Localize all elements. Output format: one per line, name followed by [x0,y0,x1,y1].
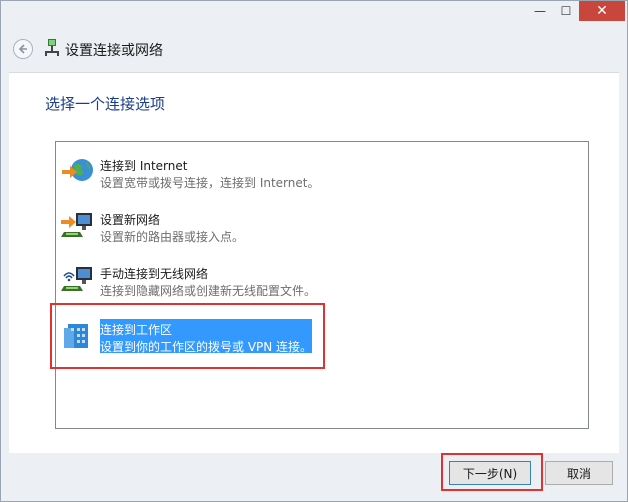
wireless-network-icon [61,267,92,291]
network-wizard-icon [45,39,59,56]
globe-network-icon [62,159,93,181]
wizard-content: 选择一个连接选项 连接到 Internet 设置宽带或拨号连接，连接到 Inte… [9,72,619,453]
title-bar: — ☐ ✕ [1,1,627,29]
option-description: 连接到隐藏网络或创建新无线配置文件。 [100,284,317,298]
new-network-icon [61,213,92,237]
close-icon: ✕ [596,3,608,19]
annotation-box-workplace-option [50,303,325,369]
option-title: 设置新网络 [100,213,161,227]
option-connect-internet[interactable]: 连接到 Internet 设置宽带或拨号连接，连接到 Internet。 [60,150,560,198]
option-setup-new-network[interactable]: 设置新网络 设置新的路由器或接入点。 [60,204,560,252]
option-manual-wireless[interactable]: 手动连接到无线网络 连接到隐藏网络或创建新无线配置文件。 [60,258,560,306]
wizard-title: 设置连接或网络 [65,43,163,59]
option-description: 设置新的路由器或接入点。 [100,230,245,244]
wizard-nav-bar: 设置连接或网络 [1,29,627,73]
option-title: 连接到 Internet [100,159,188,173]
cancel-button[interactable]: 取消 [545,461,613,485]
back-arrow-icon [18,44,27,54]
option-description: 设置宽带或拨号连接，连接到 Internet。 [100,176,320,190]
annotation-box-next-button [441,453,543,491]
connection-options-list[interactable]: 连接到 Internet 设置宽带或拨号连接，连接到 Internet。 设置新… [55,141,589,429]
close-button[interactable]: ✕ [579,1,625,21]
back-button[interactable] [13,39,33,59]
page-heading: 选择一个连接选项 [45,95,166,113]
minimize-button[interactable]: — [527,1,553,21]
minimize-icon: — [534,4,546,18]
maximize-button[interactable]: ☐ [553,1,579,21]
connection-wizard-window: — ☐ ✕ 设置连接或网络 选择一个连接选项 连接到 Internet 设置宽带… [0,0,628,502]
option-title: 手动连接到无线网络 [100,267,209,281]
maximize-icon: ☐ [560,4,572,18]
